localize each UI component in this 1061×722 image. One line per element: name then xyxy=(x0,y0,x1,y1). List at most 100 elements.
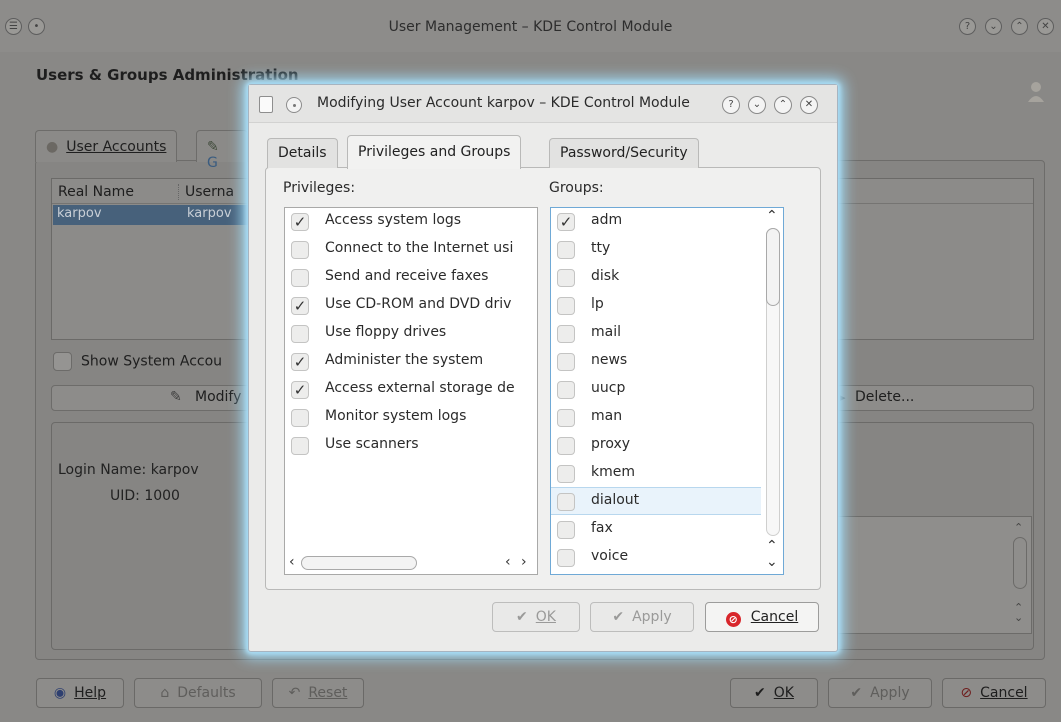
scroll-up-icon[interactable]: ⌃ xyxy=(766,208,778,224)
apply-button[interactable]: ✔ Apply xyxy=(828,678,932,708)
scroll-up-icon[interactable]: ⌃ xyxy=(766,538,778,554)
scroll-thumb[interactable] xyxy=(1013,537,1027,589)
list-item[interactable]: ✓ adm xyxy=(551,208,783,236)
modify-button[interactable]: ✎ Modify xyxy=(51,385,251,411)
tab-groups[interactable]: ✎G xyxy=(196,130,248,171)
tab-label: User Accounts xyxy=(66,139,167,155)
help-icon[interactable]: ? xyxy=(722,96,740,114)
checkbox[interactable] xyxy=(557,241,575,259)
list-item[interactable]: Monitor system logs xyxy=(285,404,537,432)
privilege-label: Use CD-ROM and DVD driv xyxy=(325,296,512,312)
list-item[interactable]: news xyxy=(551,348,783,376)
list-item-highlighted[interactable]: dialout xyxy=(551,487,783,515)
tab-label: G xyxy=(207,155,218,171)
list-item[interactable]: ✓ Administer the system xyxy=(285,348,537,376)
tab-password-security[interactable]: Password/Security xyxy=(549,138,699,168)
checkbox[interactable] xyxy=(557,325,575,343)
checkbox[interactable] xyxy=(557,493,575,511)
checkbox[interactable] xyxy=(557,521,575,539)
maximize-icon[interactable]: ⌃ xyxy=(1011,18,1028,35)
checkbox[interactable] xyxy=(557,269,575,287)
dialog-apply-button[interactable]: ✔ Apply xyxy=(590,602,694,632)
help-button[interactable]: ◉ Help xyxy=(36,678,124,708)
list-item[interactable]: ✓ Access system logs xyxy=(285,208,537,236)
list-item[interactable]: ✓ Access external storage de xyxy=(285,376,537,404)
list-item[interactable]: Use floppy drives xyxy=(285,320,537,348)
defaults-button[interactable]: ⌂ Defaults xyxy=(134,678,262,708)
uid-text: UID: 1000 xyxy=(110,488,180,504)
dialog-cancel-button[interactable]: ⊘ Cancel xyxy=(705,602,819,632)
list-item[interactable]: mail xyxy=(551,320,783,348)
info-scrollbar[interactable]: ⌃ ⌃ ⌄ xyxy=(1013,521,1027,627)
list-item[interactable]: Send and receive faxes xyxy=(285,264,537,292)
checkbox[interactable] xyxy=(557,465,575,483)
list-item[interactable]: man xyxy=(551,404,783,432)
checkbox[interactable] xyxy=(557,381,575,399)
scroll-up-icon[interactable]: ⌃ xyxy=(1014,521,1023,534)
tab-details[interactable]: Details xyxy=(267,138,338,168)
checkbox[interactable] xyxy=(557,409,575,427)
scroll-thumb[interactable] xyxy=(766,228,780,306)
close-icon[interactable]: ✕ xyxy=(800,96,818,114)
checkbox[interactable] xyxy=(291,409,309,427)
scroll-left-icon[interactable]: ‹ xyxy=(505,554,511,570)
checkbox[interactable] xyxy=(291,269,309,287)
checkbox[interactable] xyxy=(557,437,575,455)
minimize-icon[interactable]: ⌄ xyxy=(985,18,1002,35)
column-header-username[interactable]: Userna xyxy=(178,184,234,200)
maximize-icon[interactable]: ⌃ xyxy=(774,96,792,114)
dialog-ok-button[interactable]: ✔ OK xyxy=(492,602,580,632)
horizontal-scrollbar[interactable]: ‹ ‹ › xyxy=(285,552,537,574)
tab-privileges-and-groups[interactable]: Privileges and Groups xyxy=(347,135,522,169)
privileges-list[interactable]: ✓ Access system logs Connect to the Inte… xyxy=(284,207,538,575)
scroll-thumb[interactable] xyxy=(301,556,417,570)
minimize-icon[interactable]: ⌄ xyxy=(748,96,766,114)
list-item[interactable]: Connect to the Internet usi xyxy=(285,236,537,264)
close-icon[interactable]: ✕ xyxy=(1037,18,1054,35)
tab-user-accounts[interactable]: ● User Accounts xyxy=(35,130,178,162)
info-text-area[interactable]: ⌃ ⌃ ⌄ xyxy=(836,516,1032,634)
reset-button[interactable]: ↶ Reset xyxy=(272,678,364,708)
list-item[interactable]: lp xyxy=(551,292,783,320)
scroll-left-icon[interactable]: ‹ xyxy=(289,554,295,570)
checkbox-box[interactable] xyxy=(53,352,72,371)
checkbox[interactable]: ✓ xyxy=(291,353,309,371)
checkbox[interactable]: ✓ xyxy=(291,297,309,315)
login-name-text: Login Name: karpov xyxy=(58,462,199,478)
checkbox[interactable]: ✓ xyxy=(291,213,309,231)
help-icon[interactable]: ? xyxy=(959,18,976,35)
scroll-down-icon[interactable]: ⌄ xyxy=(766,554,778,570)
checkbox[interactable] xyxy=(557,549,575,567)
vertical-scrollbar[interactable]: ⌃ ⌃ ⌄ xyxy=(761,208,783,574)
cancel-button[interactable]: ⊘ Cancel xyxy=(942,678,1046,708)
checkbox[interactable] xyxy=(291,325,309,343)
list-item[interactable]: proxy xyxy=(551,432,783,460)
list-item[interactable]: disk xyxy=(551,264,783,292)
ok-button[interactable]: ✔ OK xyxy=(730,678,818,708)
checkbox[interactable] xyxy=(291,437,309,455)
list-item[interactable]: tty xyxy=(551,236,783,264)
list-item[interactable]: kmem xyxy=(551,460,783,488)
table-row[interactable]: karpov karpov xyxy=(53,205,253,225)
list-item[interactable]: Use scanners xyxy=(285,432,537,460)
list-item[interactable]: uucp xyxy=(551,376,783,404)
checkbox[interactable] xyxy=(557,297,575,315)
list-item[interactable]: fax xyxy=(551,516,783,544)
groups-list[interactable]: ✓ adm tty disk lp mail news uucp man pro… xyxy=(550,207,784,575)
tab-label: Password/Security xyxy=(560,145,688,161)
list-item[interactable]: ✓ Use CD-ROM and DVD driv xyxy=(285,292,537,320)
column-header-real-name[interactable]: Real Name xyxy=(58,184,134,200)
checkbox[interactable] xyxy=(291,241,309,259)
ok-label: OK xyxy=(773,685,794,701)
delete-button[interactable]: ▸ Delete... xyxy=(836,385,1034,411)
window-menu-icon[interactable] xyxy=(286,97,302,113)
cancel-icon: ⊘ xyxy=(960,685,973,701)
checkbox[interactable] xyxy=(557,353,575,371)
dialog-titlebar[interactable]: Modifying User Account karpov – KDE Cont… xyxy=(249,85,837,123)
scroll-updown-icon[interactable]: ⌃ ⌄ xyxy=(1014,602,1023,623)
checkbox[interactable]: ✓ xyxy=(291,381,309,399)
list-item[interactable]: voice xyxy=(551,544,783,572)
show-system-accounts-checkbox[interactable]: Show System Accou xyxy=(53,352,222,371)
scroll-right-icon[interactable]: › xyxy=(521,554,527,570)
checkbox[interactable]: ✓ xyxy=(557,213,575,231)
